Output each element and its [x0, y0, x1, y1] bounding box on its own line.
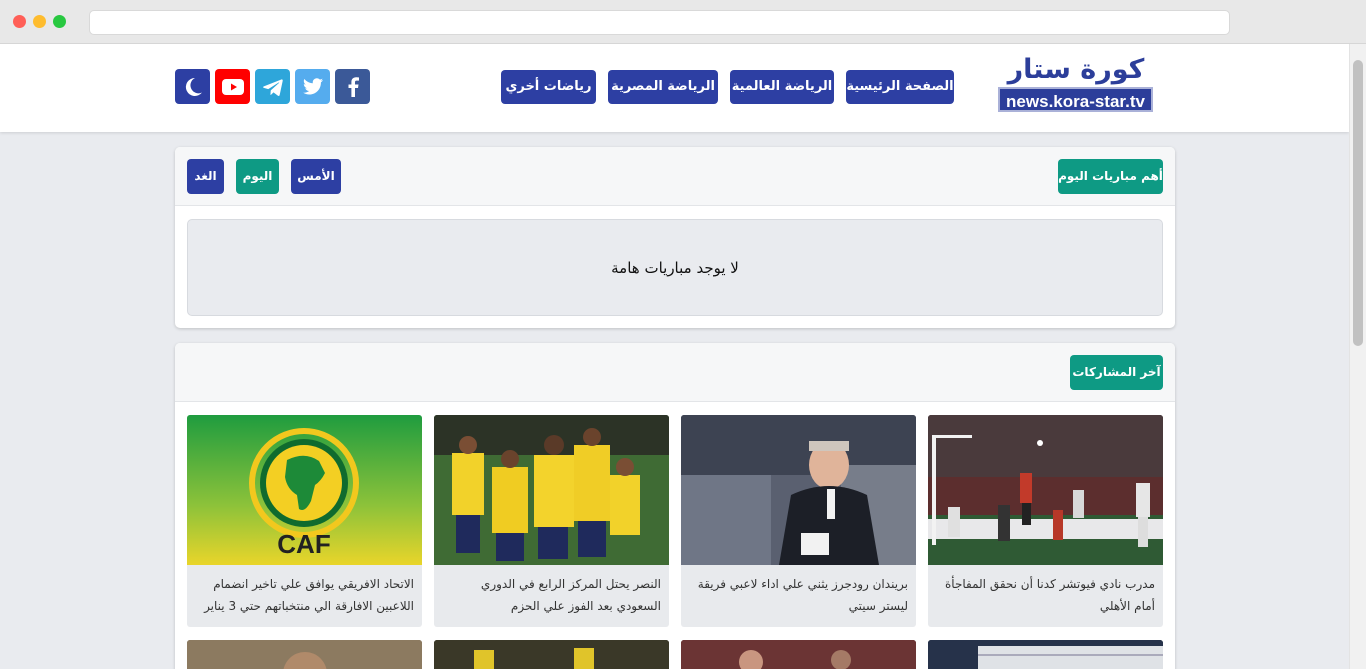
post-card[interactable] — [928, 640, 1163, 669]
post-thumbnail: CAF — [187, 415, 422, 565]
latest-posts-panel: آخر المشاركات مدرب نادي فيوتشر كدنا أن ن… — [175, 343, 1175, 669]
close-window-button[interactable] — [13, 15, 26, 28]
post-card[interactable] — [187, 640, 422, 669]
youtube-icon[interactable] — [215, 69, 250, 104]
moon-icon[interactable] — [175, 69, 210, 104]
telegram-icon[interactable] — [255, 69, 290, 104]
maximize-window-button[interactable] — [53, 15, 66, 28]
post-title[interactable]: الاتحاد الافريقي يوافق علي تاخير انضمام … — [195, 573, 414, 617]
page-scrollbar[interactable] — [1349, 44, 1366, 669]
browser-chrome — [0, 0, 1366, 44]
post-title[interactable]: النصر يحتل المركز الرابع في الدوري السعو… — [442, 573, 661, 617]
post-card[interactable]: بريندان رودجرز يثني علي اداء لاعبي فريقة… — [681, 415, 916, 627]
post-card[interactable] — [681, 640, 916, 669]
logo-url-text: news.kora-star.tv — [998, 87, 1153, 112]
post-thumbnail — [681, 415, 916, 565]
matches-panel: أهم مباريات اليوم الأمس اليوم الغد لا يو… — [175, 147, 1175, 328]
latest-posts-header: آخر المشاركات — [175, 343, 1175, 402]
nav-egypt-sports-button[interactable]: الرياضة المصرية — [608, 70, 718, 104]
post-card[interactable]: النصر يحتل المركز الرابع في الدوري السعو… — [434, 415, 669, 627]
nav-home-button[interactable]: الصفحة الرئيسية — [846, 70, 954, 104]
site-header: كورة ستار news.kora-star.tv الصفحة الرئي… — [0, 44, 1349, 132]
post-card[interactable] — [434, 640, 669, 669]
minimize-window-button[interactable] — [33, 15, 46, 28]
post-card[interactable]: CAF الاتحاد الافريقي يوافق علي تاخير انض… — [187, 415, 422, 627]
no-matches-message: لا يوجد مباريات هامة — [187, 219, 1163, 316]
today-button[interactable]: اليوم — [236, 159, 279, 194]
logo-arabic-text: كورة ستار — [1007, 54, 1145, 85]
page-viewport: كورة ستار news.kora-star.tv الصفحة الرئي… — [0, 44, 1366, 669]
address-bar[interactable] — [89, 10, 1230, 35]
nav-other-sports-button[interactable]: رياضات أخري — [501, 70, 596, 104]
twitter-icon[interactable] — [295, 69, 330, 104]
post-card[interactable]: مدرب نادي فيوتشر كدنا أن نحقق المفاجأة أ… — [928, 415, 1163, 627]
latest-posts-heading: آخر المشاركات — [1070, 355, 1163, 390]
post-thumbnail — [434, 415, 669, 565]
matches-heading: أهم مباريات اليوم — [1058, 159, 1163, 194]
post-title[interactable]: بريندان رودجرز يثني علي اداء لاعبي فريقة… — [689, 573, 908, 617]
facebook-icon[interactable] — [335, 69, 370, 104]
yesterday-button[interactable]: الأمس — [291, 159, 341, 194]
nav-world-sports-button[interactable]: الرياضة العالمية — [730, 70, 834, 104]
tomorrow-button[interactable]: الغد — [187, 159, 224, 194]
site-logo[interactable]: كورة ستار news.kora-star.tv — [997, 54, 1155, 114]
scrollbar-thumb[interactable] — [1353, 60, 1363, 346]
caf-logo-text: CAF — [277, 529, 330, 559]
post-thumbnail — [928, 415, 1163, 565]
matches-panel-header: أهم مباريات اليوم الأمس اليوم الغد — [175, 147, 1175, 206]
post-title[interactable]: مدرب نادي فيوتشر كدنا أن نحقق المفاجأة أ… — [936, 573, 1155, 617]
